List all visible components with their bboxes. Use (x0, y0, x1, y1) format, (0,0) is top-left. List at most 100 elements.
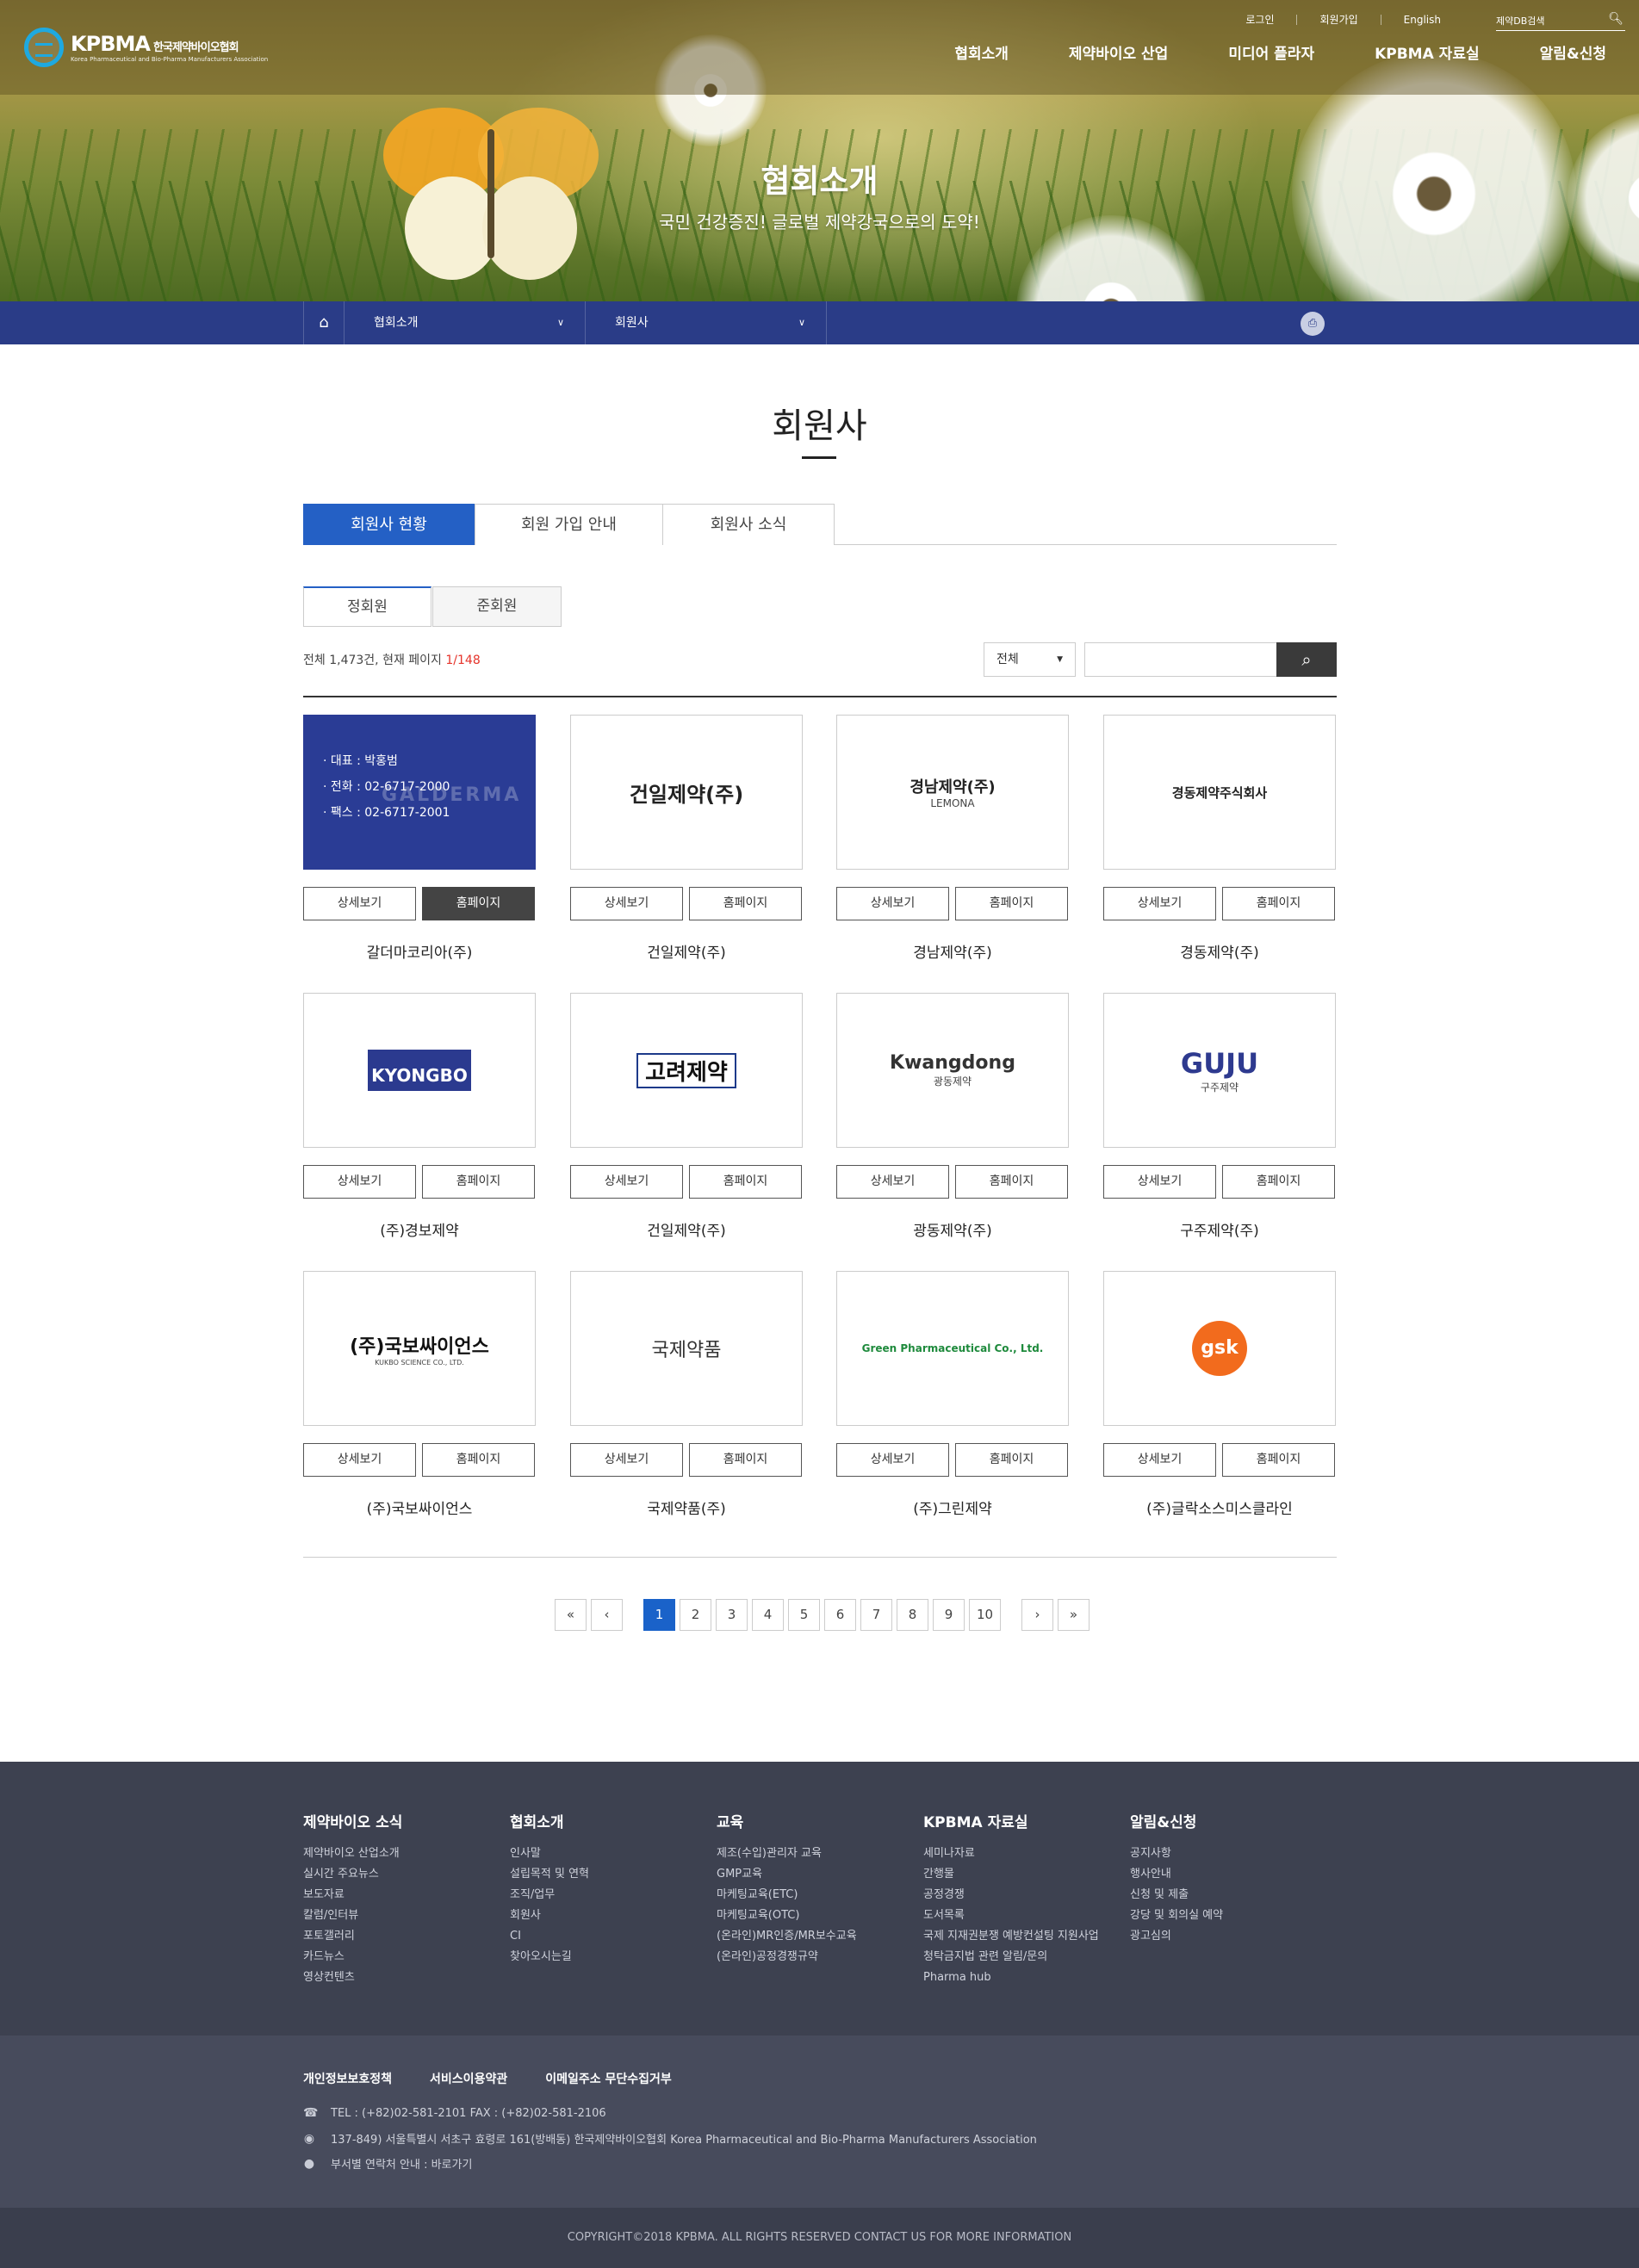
footer-link[interactable]: 카드뉴스 (303, 1947, 402, 1967)
member-logo-box[interactable]: 국제약품 (570, 1271, 803, 1426)
privacy-policy-link[interactable]: 개인정보보호정책 (303, 2070, 392, 2087)
join-link[interactable]: 회원가입 (1319, 12, 1357, 27)
footer-link[interactable]: 제조(수입)관리자 교육 (717, 1844, 857, 1864)
detail-button[interactable]: 상세보기 (570, 1165, 683, 1199)
detail-button[interactable]: 상세보기 (836, 1443, 949, 1477)
member-logo-box[interactable]: KYONGBO (303, 993, 536, 1148)
tab-associate-member[interactable]: 준회원 (432, 586, 562, 627)
member-logo-box[interactable]: 건일제약(주) (570, 715, 803, 870)
detail-button[interactable]: 상세보기 (570, 887, 683, 920)
member-logo-box[interactable]: Kwangdong 광동제약 (836, 993, 1069, 1148)
home-icon[interactable]: ⌂ (303, 301, 345, 344)
homepage-button[interactable]: 홈페이지 (1222, 887, 1335, 920)
next-page-button[interactable]: › (1021, 1599, 1053, 1631)
homepage-button[interactable]: 홈페이지 (689, 887, 802, 920)
homepage-button[interactable]: 홈페이지 (1222, 1165, 1335, 1199)
footer-link[interactable]: 제약바이오 산업소개 (303, 1844, 402, 1864)
page-6[interactable]: 6 (824, 1599, 856, 1631)
footer-link[interactable]: 마케팅교육(ETC) (717, 1885, 857, 1905)
login-link[interactable]: 로그인 (1245, 12, 1274, 27)
search-icon[interactable]: 🔍︎ (1608, 12, 1623, 26)
footer-link[interactable]: 강당 및 회의실 예약 (1130, 1905, 1223, 1926)
last-page-button[interactable]: » (1058, 1599, 1090, 1631)
footer-link[interactable]: GMP교육 (717, 1864, 857, 1885)
footer-link[interactable]: 설립목적 및 연혁 (510, 1864, 589, 1885)
footer-link[interactable]: Pharma hub (923, 1967, 1099, 1988)
page-9[interactable]: 9 (933, 1599, 965, 1631)
gnb-media[interactable]: 미디어 플라자 (1228, 41, 1314, 63)
page-2[interactable]: 2 (680, 1599, 711, 1631)
terms-link[interactable]: 서비스이용약관 (430, 2070, 507, 2087)
footer-link[interactable]: 포토갤러리 (303, 1926, 402, 1947)
footer-link[interactable]: 마케팅교육(OTC) (717, 1905, 857, 1926)
footer-link[interactable]: 간행물 (923, 1864, 1099, 1885)
member-logo-box[interactable]: gsk (1103, 1271, 1336, 1426)
detail-button[interactable]: 상세보기 (1103, 1165, 1216, 1199)
gnb-notice[interactable]: 알림&신청 (1540, 41, 1606, 63)
footer-link[interactable]: 공정경쟁 (923, 1885, 1099, 1905)
homepage-button[interactable]: 홈페이지 (689, 1443, 802, 1477)
member-logo-box[interactable]: (주)국보싸이언스 KUKBO SCIENCE CO., LTD. (303, 1271, 536, 1426)
tab-member-news[interactable]: 회원사 소식 (662, 504, 835, 545)
footer-link[interactable]: 세미나자료 (923, 1844, 1099, 1864)
footer-link[interactable]: 보도자료 (303, 1885, 402, 1905)
depth2-dropdown[interactable]: 회원사 ∨ (586, 301, 827, 344)
footer-link[interactable]: 도서목록 (923, 1905, 1099, 1926)
page-3[interactable]: 3 (716, 1599, 748, 1631)
page-4[interactable]: 4 (752, 1599, 784, 1631)
member-logo-box[interactable]: 경남제약(주) LEMONA (836, 715, 1069, 870)
footer-link[interactable]: 영상컨텐츠 (303, 1967, 402, 1988)
search-input[interactable] (1084, 642, 1277, 677)
homepage-button[interactable]: 홈페이지 (422, 1443, 535, 1477)
member-logo-box[interactable]: 고려제약 (570, 993, 803, 1148)
homepage-button[interactable]: 홈페이지 (955, 887, 1068, 920)
detail-button[interactable]: 상세보기 (1103, 887, 1216, 920)
member-logo-box[interactable]: GALDERMA · 대표 : 박홍범 · 전화 : 02-6717-2000 · … (303, 715, 536, 870)
footer-link[interactable]: 광고심의 (1130, 1926, 1223, 1947)
footer-link[interactable]: 회원사 (510, 1905, 589, 1926)
footer-link[interactable]: (온라인)공정경쟁규약 (717, 1947, 857, 1967)
page-7[interactable]: 7 (860, 1599, 892, 1631)
tab-regular-member[interactable]: 정회원 (303, 586, 431, 627)
footer-link[interactable]: 공지사항 (1130, 1844, 1223, 1864)
homepage-button[interactable]: 홈페이지 (422, 887, 535, 920)
tab-member-status[interactable]: 회원사 현황 (303, 504, 475, 545)
footer-link[interactable]: 인사말 (510, 1844, 589, 1864)
homepage-button[interactable]: 홈페이지 (689, 1165, 802, 1199)
footer-link[interactable]: 국제 지재권분쟁 예방컨설팅 지원사업 (923, 1926, 1099, 1947)
footer-link[interactable]: 찾아오시는길 (510, 1947, 589, 1967)
footer-link[interactable]: 칼럼/인터뷰 (303, 1905, 402, 1926)
first-page-button[interactable]: « (555, 1599, 587, 1631)
print-icon[interactable]: ⎙ (1301, 312, 1325, 336)
detail-button[interactable]: 상세보기 (303, 1443, 416, 1477)
logo[interactable]: KPBMA 한국제약바이오협회 Korea Pharmaceutical and … (24, 28, 268, 67)
footer-link[interactable]: 행사안내 (1130, 1864, 1223, 1885)
footer-link[interactable]: (온라인)MR인증/MR보수교육 (717, 1926, 857, 1947)
member-logo-box[interactable]: 경동제약주식회사 (1103, 715, 1336, 870)
member-logo-box[interactable]: Green Pharmaceutical Co., Ltd. (836, 1271, 1069, 1426)
english-link[interactable]: English (1404, 14, 1441, 26)
page-8[interactable]: 8 (897, 1599, 928, 1631)
email-refusal-link[interactable]: 이메일주소 무단수집거부 (545, 2070, 672, 2087)
detail-button[interactable]: 상세보기 (303, 1165, 416, 1199)
page-1[interactable]: 1 (643, 1599, 675, 1631)
page-5[interactable]: 5 (788, 1599, 820, 1631)
footer-link[interactable]: 청탁금지법 관련 알림/문의 (923, 1947, 1099, 1967)
detail-button[interactable]: 상세보기 (1103, 1443, 1216, 1477)
footer-link[interactable]: 신청 및 제출 (1130, 1885, 1223, 1905)
homepage-button[interactable]: 홈페이지 (1222, 1443, 1335, 1477)
detail-button[interactable]: 상세보기 (303, 887, 416, 920)
prev-page-button[interactable]: ‹ (591, 1599, 623, 1631)
member-logo-box[interactable]: GUJU 구주제약 (1103, 993, 1336, 1148)
footer-link[interactable]: 실시간 주요뉴스 (303, 1864, 402, 1885)
search-button[interactable]: ⌕ (1276, 642, 1337, 677)
homepage-button[interactable]: 홈페이지 (422, 1165, 535, 1199)
gnb-industry[interactable]: 제약바이오 산업 (1069, 41, 1168, 63)
page-10[interactable]: 10 (969, 1599, 1001, 1631)
detail-button[interactable]: 상세보기 (836, 887, 949, 920)
db-search-input[interactable]: 제약DB검색 🔍︎ (1496, 10, 1625, 31)
search-category-select[interactable]: 전체 ▼ (984, 642, 1076, 677)
gnb-library[interactable]: KPBMA 자료실 (1375, 41, 1480, 63)
homepage-button[interactable]: 홈페이지 (955, 1165, 1068, 1199)
depth1-dropdown[interactable]: 협회소개 ∨ (345, 301, 586, 344)
